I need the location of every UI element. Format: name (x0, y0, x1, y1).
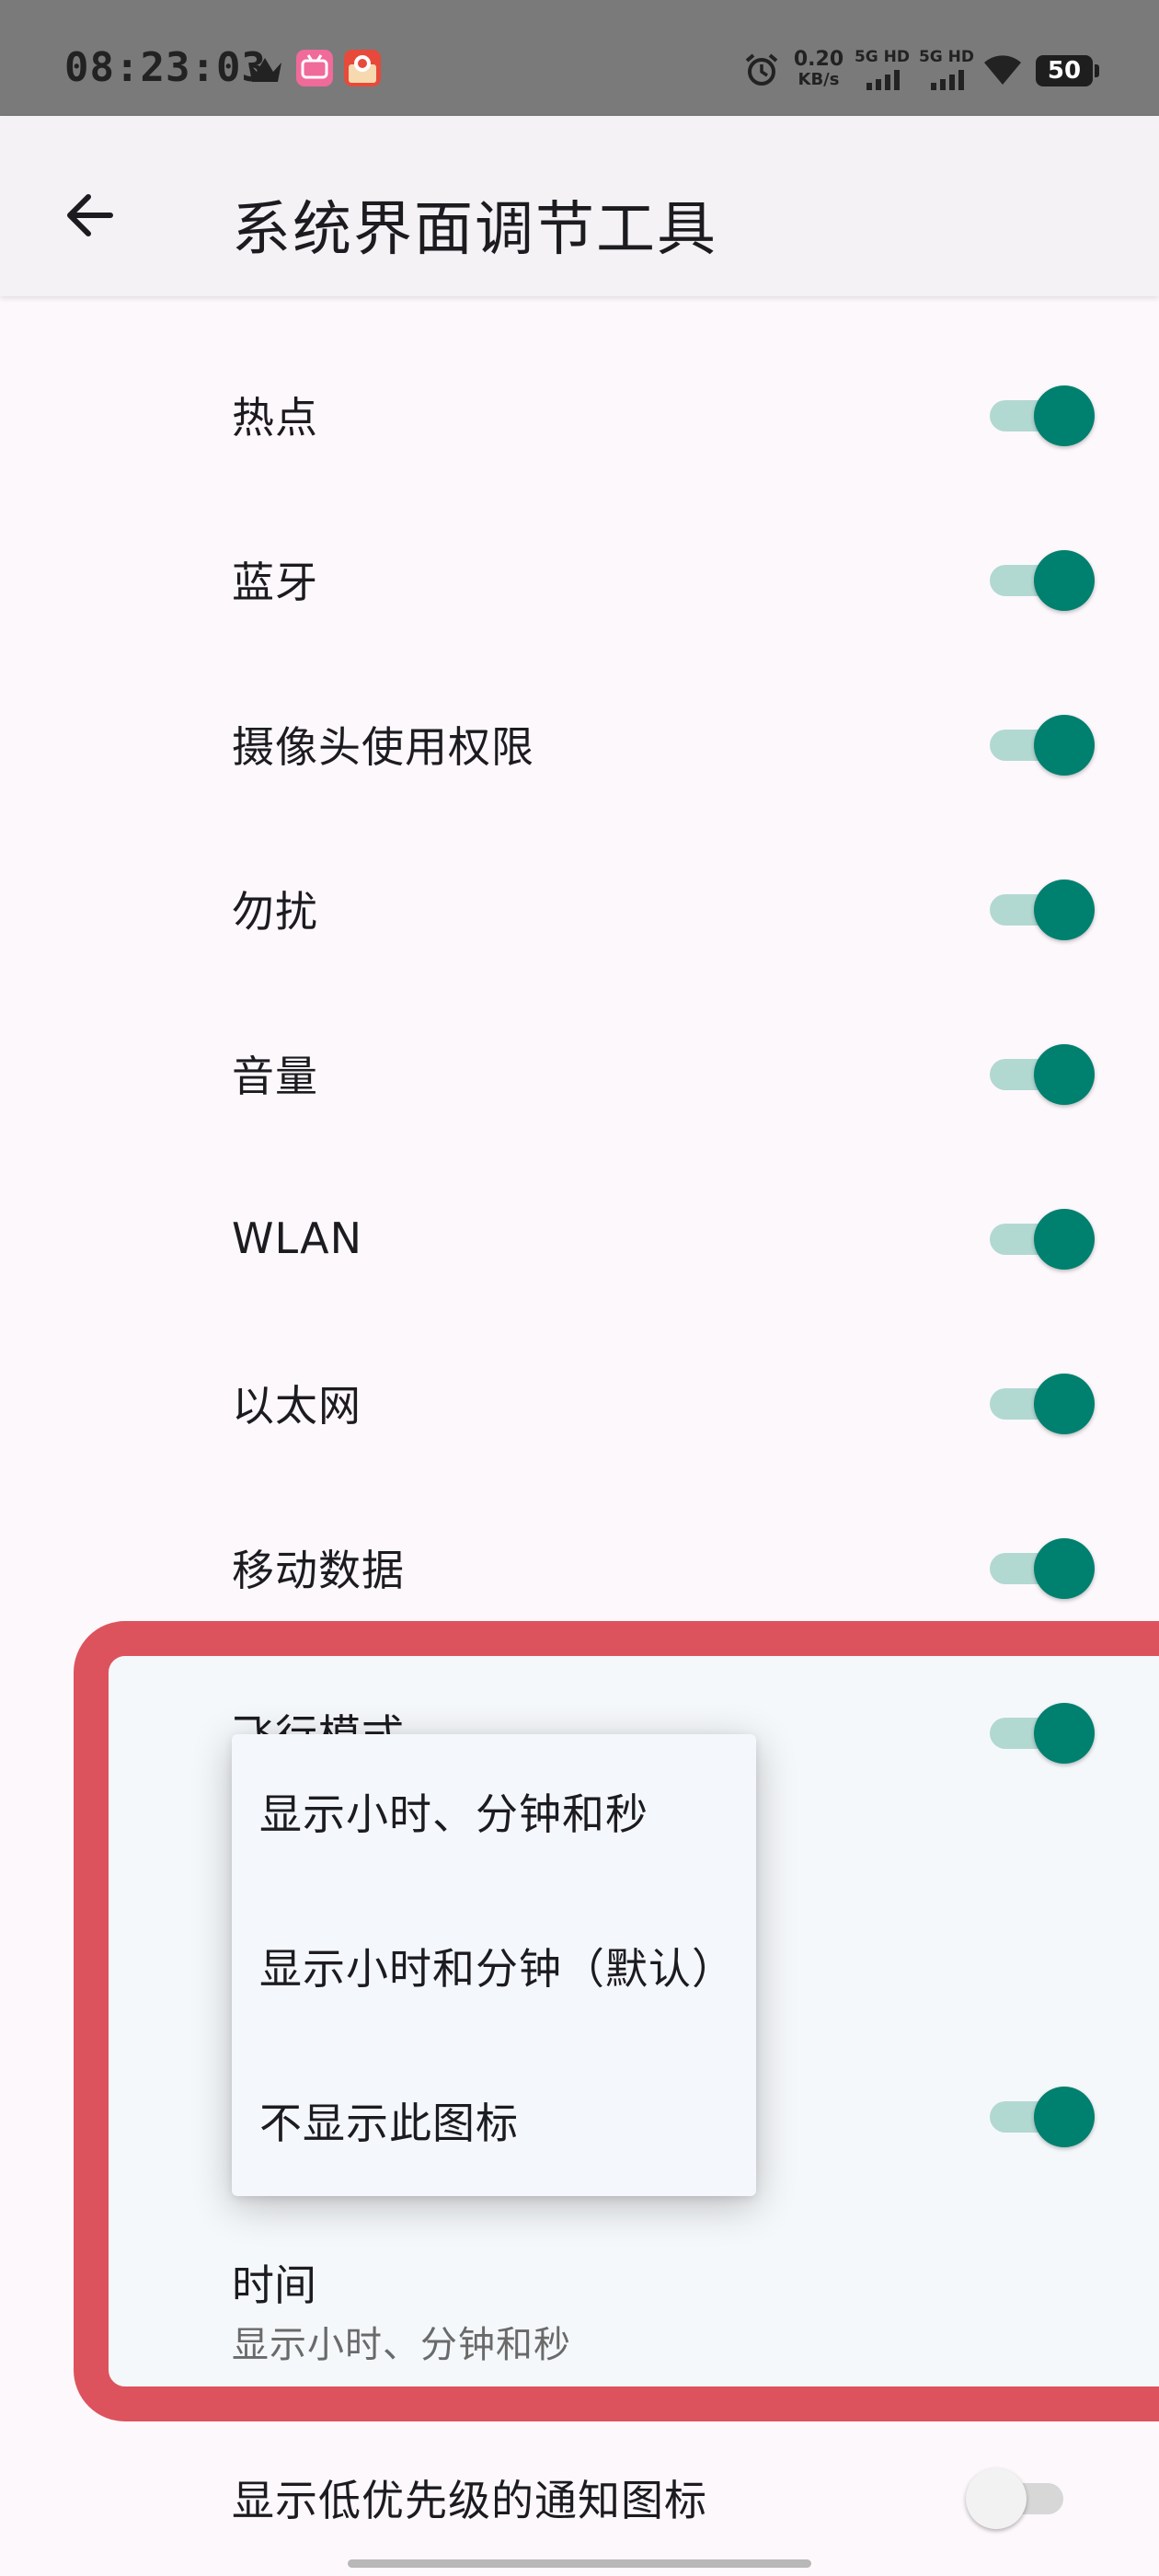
battery-icon: 50 (1036, 55, 1099, 86)
alarm-icon (745, 53, 778, 86)
pref-row-wlan[interactable]: WLAN (0, 1156, 1159, 1320)
status-time: 08:23:03 (64, 44, 267, 91)
pref-label: 热点 (232, 392, 318, 443)
time-pref-summary: 显示小时、分钟和秒 (232, 2324, 571, 2366)
pref-row-ethernet[interactable]: 以太网 (0, 1320, 1159, 1485)
pref-row-camera-access[interactable]: 摄像头使用权限 (0, 661, 1159, 826)
volume-switch[interactable] (984, 1041, 1095, 1107)
signal-sim1-icon: 5G HD (854, 48, 911, 90)
pref-label: 摄像头使用权限 (232, 721, 534, 772)
signal-sim2-icon: 5G HD (918, 48, 975, 90)
pref-label: 移动数据 (232, 1545, 405, 1595)
bluetooth-switch[interactable] (984, 546, 1095, 613)
hidden-row-switch[interactable] (984, 2083, 1095, 2149)
crown-icon (248, 58, 281, 82)
back-arrow-icon (67, 194, 113, 236)
wlan-switch[interactable] (984, 1205, 1095, 1271)
camera-access-switch[interactable] (984, 711, 1095, 777)
hotspot-switch[interactable] (984, 382, 1095, 448)
pref-label: 以太网 (232, 1380, 361, 1431)
pref-label: 蓝牙 (232, 557, 318, 607)
ethernet-switch[interactable] (984, 1370, 1095, 1436)
red-app-icon (344, 50, 381, 86)
pref-row-volume[interactable]: 音量 (0, 991, 1159, 1156)
low-priority-switch[interactable] (966, 2465, 1076, 2531)
time-pref-title[interactable]: 时间 (232, 2252, 316, 2313)
page-title: 系统界面调节工具 (232, 196, 717, 264)
net-speed: 0.20 KB/s (793, 48, 844, 90)
gesture-nav-handle[interactable] (348, 2559, 811, 2568)
pref-row-dnd[interactable]: 勿扰 (0, 826, 1159, 991)
pref-label: 勿扰 (232, 886, 318, 937)
dnd-switch[interactable] (984, 876, 1095, 942)
mobile-data-switch[interactable] (984, 1535, 1095, 1601)
app-bar: 系统界面调节工具 (0, 116, 1159, 296)
menu-item-hm-default[interactable]: 显示小时和分钟（默认） (232, 1889, 756, 2043)
pref-row-low-priority[interactable]: 显示低优先级的通知图标 (0, 2420, 1159, 2576)
menu-item-hms[interactable]: 显示小时、分钟和秒 (232, 1734, 756, 1889)
back-button[interactable] (46, 171, 134, 259)
pref-label: 显示低优先级的通知图标 (232, 2476, 707, 2525)
menu-item-hide-icon[interactable]: 不显示此图标 (232, 2043, 756, 2198)
wifi-icon (984, 55, 1021, 85)
pref-row-hotspot[interactable]: 热点 (0, 332, 1159, 497)
status-bar: 08:23:03 0.20 KB/s 5G HD 5G HD 50 (0, 0, 1159, 116)
bilibili-app-icon (296, 50, 333, 86)
pref-label: 音量 (232, 1051, 318, 1101)
pref-row-bluetooth[interactable]: 蓝牙 (0, 497, 1159, 661)
airplane-mode-switch[interactable] (984, 1699, 1095, 1765)
pref-label: WLAN (232, 1213, 363, 1263)
time-format-menu: 显示小时、分钟和秒 显示小时和分钟（默认） 不显示此图标 (232, 1734, 756, 2196)
